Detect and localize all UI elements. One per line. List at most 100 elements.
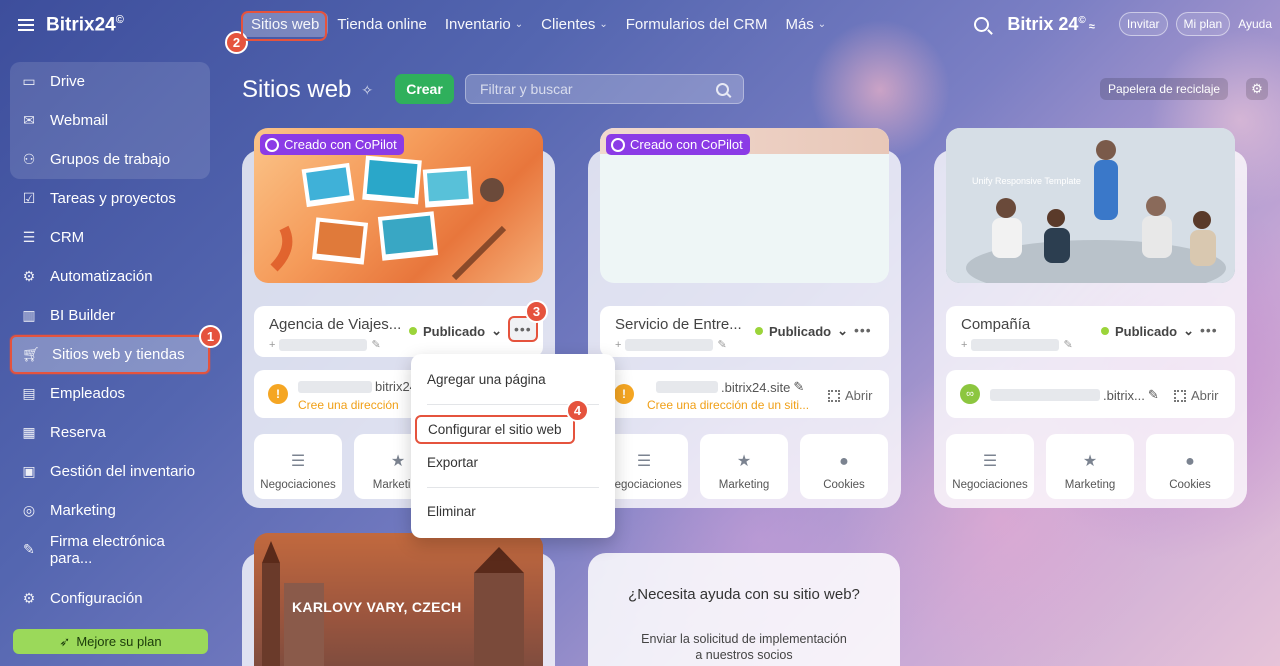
crm-icon: ☰ — [22, 229, 36, 245]
settings-gear-icon[interactable]: ⚙ — [1246, 78, 1268, 100]
mail-icon: ✉ — [23, 112, 35, 128]
site-info-row: Agencia de Viajes... + ✎ Publicado ⌄ ••• — [254, 306, 543, 357]
site-thumbnail[interactable]: Creado con CoPilot — [600, 128, 889, 283]
tile-marketing[interactable]: ★ Marketing — [700, 434, 788, 499]
site-thumbnail[interactable]: KARLOVY VARY, CZECH — [254, 533, 543, 666]
sidebar-item-sitios-web[interactable]: 🛒︎ Sitios web y tiendas — [10, 335, 210, 374]
site-name[interactable]: Compañía — [961, 316, 1030, 333]
warning-icon: ! — [614, 384, 634, 404]
pencil-icon[interactable]: ✎ — [793, 379, 804, 395]
tab-tienda-online[interactable]: Tienda online — [328, 12, 436, 37]
brand-logo[interactable]: Bitrix24© — [46, 14, 124, 36]
chevron-down-icon: ⌄ — [837, 323, 849, 338]
site-domain-edit[interactable]: + ✎ — [269, 338, 381, 351]
pencil-icon[interactable]: ✎ — [717, 338, 726, 351]
site-name[interactable]: Agencia de Viajes... — [269, 316, 401, 333]
chevron-down-icon: ⌄ — [599, 19, 608, 30]
tab-formularios[interactable]: Formularios del CRM — [617, 12, 777, 37]
sliders-icon[interactable]: ≈ — [1089, 21, 1095, 33]
sidebar-item-grupos[interactable]: ⚇ Grupos de trabajo — [10, 140, 210, 179]
menu-item-add-page[interactable]: Agregar una página — [427, 372, 546, 387]
sidebar-item-reserva[interactable]: ▦ Reserva — [10, 413, 210, 452]
sidebar: ▭ Drive ✉ Webmail ⚇ Grupos de trabajo ☑ Tare… — [10, 62, 210, 618]
sidebar-item-inventario[interactable]: ▣ Gestión del inventario — [10, 452, 210, 491]
create-button[interactable]: Crear — [395, 74, 454, 104]
site-url[interactable]: .bitrix... ✎ — [990, 387, 1159, 403]
menu-icon[interactable] — [18, 19, 34, 32]
copilot-badge: Creado con CoPilot — [606, 134, 750, 155]
site-url[interactable]: bitrix24 — [298, 379, 417, 394]
help-card[interactable]: ¿Necesita ayuda con su sitio web? Enviar… — [588, 553, 900, 666]
status-dropdown[interactable]: Publicado ⌄ — [409, 323, 502, 339]
pencil-icon[interactable]: ✎ — [1063, 338, 1072, 351]
bitrix-logo: Bitrix 24©≈ — [1007, 13, 1095, 34]
trash-button[interactable]: Papelera de reciclaje — [1100, 78, 1229, 100]
warning-icon: ! — [268, 384, 288, 404]
help-link[interactable]: Ayuda — [1238, 17, 1272, 31]
tab-clientes[interactable]: Clientes ⌄ — [532, 12, 617, 37]
more-actions-button[interactable]: ••• — [1200, 322, 1218, 338]
url-warning-link[interactable]: Cree una dirección — [298, 398, 399, 412]
site-domain-edit[interactable]: + ✎ — [615, 338, 727, 351]
site-actions-menu: Agregar una página Configurar el sitio w… — [411, 354, 615, 538]
inventory-icon: ▣ — [22, 463, 36, 479]
invite-button[interactable]: Invitar — [1118, 12, 1168, 36]
step-badge: 3 — [525, 300, 548, 323]
tab-mas[interactable]: Más ⌄ — [776, 12, 835, 37]
sidebar-item-firma[interactable]: ✎ Firma electrónica para... — [10, 530, 210, 569]
sidebar-group: ▭ Drive ✉ Webmail ⚇ Grupos de trabajo — [10, 62, 210, 179]
bi-icon: ▥ — [22, 307, 36, 323]
cookie-icon: ● — [839, 453, 849, 470]
rocket-icon: ➶ — [59, 633, 71, 649]
copilot-icon — [611, 137, 625, 152]
url-warning-link[interactable]: Cree una dirección de un siti... — [647, 398, 809, 412]
menu-item-export[interactable]: Exportar — [427, 455, 478, 470]
tile-negociaciones[interactable]: ☰ Negociaciones — [946, 434, 1034, 499]
office-meeting-photo: Unify Responsive Template — [946, 128, 1235, 283]
sidebar-item-marketing[interactable]: ◎ Marketing — [10, 491, 210, 530]
my-plan-button[interactable]: Mi plan — [1175, 12, 1231, 36]
sidebar-item-automatizacion[interactable]: ⚙ Automatización — [10, 257, 210, 296]
site-thumbnail[interactable]: Creado con CoPilot — [254, 128, 543, 283]
open-site-link[interactable]: Abrir — [1174, 388, 1218, 403]
star-icon: ★ — [1082, 453, 1098, 470]
status-dropdown[interactable]: Publicado ⌄ — [1101, 323, 1194, 339]
copilot-icon — [265, 137, 279, 152]
status-dot — [409, 327, 417, 335]
tile-cookies[interactable]: ● Cookies — [1146, 434, 1234, 499]
open-site-link[interactable]: Abrir — [828, 388, 872, 403]
svg-text:Unify Responsive Template: Unify Responsive Template — [972, 176, 1081, 186]
help-title: ¿Necesita ayuda con su sitio web? — [628, 586, 860, 603]
tab-inventario[interactable]: Inventario ⌄ — [436, 12, 532, 37]
tile-marketing[interactable]: ★ Marketing — [1046, 434, 1134, 499]
search-icon[interactable] — [974, 16, 990, 32]
menu-item-configure-site[interactable]: Configurar el sitio web — [415, 415, 575, 444]
status-dropdown[interactable]: Publicado ⌄ — [755, 323, 848, 339]
pencil-icon[interactable]: ✎ — [371, 338, 380, 351]
search-input[interactable]: Filtrar y buscar — [465, 74, 744, 104]
site-url[interactable]: .bitrix24.site ✎ — [656, 379, 804, 395]
status-dot — [1101, 327, 1109, 335]
site-name[interactable]: Servicio de Entre... — [615, 316, 742, 333]
site-thumbnail[interactable]: Unify Responsive Template — [946, 128, 1235, 283]
tile-cookies[interactable]: ● Cookies — [800, 434, 888, 499]
link-icon: ∞ — [960, 384, 980, 404]
sidebar-item-tareas[interactable]: ☑ Tareas y proyectos — [10, 179, 210, 218]
sidebar-item-crm[interactable]: ☰ CRM — [10, 218, 210, 257]
upgrade-button[interactable]: ➶ Mejore su plan — [13, 629, 208, 654]
cart-icon: 🛒︎ — [22, 346, 40, 362]
sidebar-item-empleados[interactable]: ▤ Empleados — [10, 374, 210, 413]
pencil-icon[interactable]: ✎ — [1148, 387, 1159, 403]
menu-item-delete[interactable]: Eliminar — [427, 504, 476, 519]
page-title: Sitios web ✧ — [242, 76, 374, 103]
more-actions-button[interactable]: ••• — [854, 322, 872, 338]
qr-code-icon — [1174, 389, 1186, 402]
sidebar-item-bi-builder[interactable]: ▥ BI Builder — [10, 296, 210, 335]
sidebar-item-webmail[interactable]: ✉ Webmail — [10, 101, 210, 140]
sidebar-item-configuracion[interactable]: ⚙ Configuración — [10, 579, 210, 618]
pin-icon[interactable]: ✧ — [361, 82, 373, 99]
star-icon: ★ — [736, 453, 752, 470]
sidebar-item-drive[interactable]: ▭ Drive — [10, 62, 210, 101]
site-domain-edit[interactable]: + ✎ — [961, 338, 1073, 351]
tile-negociaciones[interactable]: ☰ Negociaciones — [254, 434, 342, 499]
